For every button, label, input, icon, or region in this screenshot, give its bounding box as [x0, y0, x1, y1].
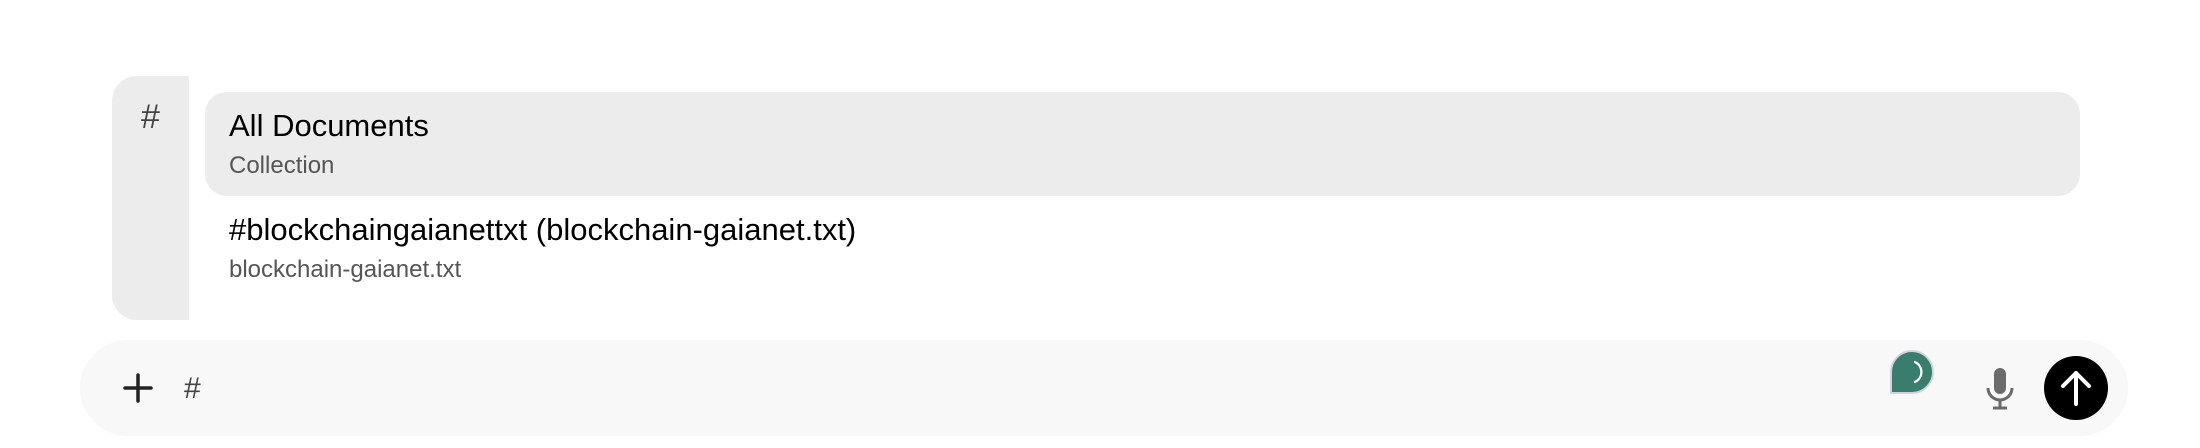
suggestion-item-blockchain-gaianet[interactable]: #blockchaingaianettxt (blockchain-gaiane… [205, 200, 2080, 304]
grammar-assistant-icon[interactable] [1888, 348, 1936, 396]
suggestion-subtitle: blockchain-gaianet.txt [229, 256, 462, 283]
suggestion-item-all-documents[interactable]: All Documents Collection [205, 92, 2080, 196]
microphone-icon[interactable] [1986, 368, 2014, 410]
hash-icon: # [141, 98, 160, 136]
message-input[interactable] [184, 360, 1786, 418]
message-composer [80, 340, 2128, 436]
suggestion-subtitle: Collection [229, 152, 335, 179]
suggestion-title: #blockchaingaianettxt (blockchain-gaiane… [229, 212, 857, 247]
send-button[interactable] [2044, 356, 2108, 420]
suggestion-title: All Documents [229, 108, 429, 143]
arrow-up-icon [2061, 371, 2091, 406]
hashtag-suggestion-popup: # All Documents Collection #blockchainga… [112, 76, 2092, 320]
popup-rail: # [112, 76, 189, 320]
plus-icon[interactable] [116, 366, 160, 410]
